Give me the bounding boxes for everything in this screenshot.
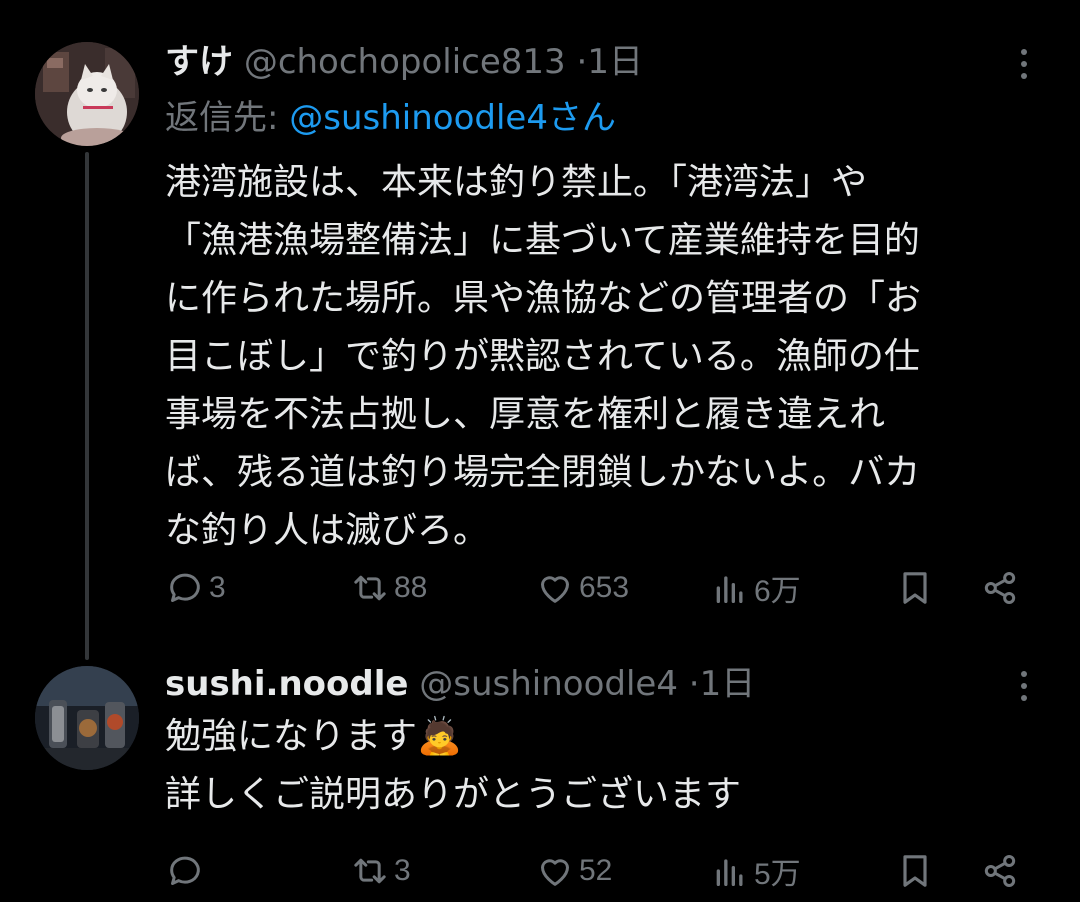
views-button[interactable]: 6万 [710,563,801,613]
reply-count: 3 [209,571,226,604]
repost-count: 88 [394,571,428,604]
avatar[interactable] [35,42,139,146]
bookmark-button[interactable] [895,563,935,613]
share-button[interactable] [980,563,1020,613]
tweet-text: 港湾施設は、本来は釣り禁止。「港湾法」や 「漁港漁場整備法」に基づいて産業維持を… [165,154,1050,560]
tweet-text-line: 詳しくご説明ありがとうございます [165,774,742,815]
like-count: 653 [579,571,630,604]
bar-chart-icon [716,859,743,886]
bar-chart-icon [716,576,743,603]
tweet[interactable]: すけ @chochopolice813 ·1日 返信先: @sushinoodl… [0,0,1080,660]
repost-arrows-icon [354,858,386,884]
tweet-text-line: 目こぼし」で釣りが黙認されている。漁師の仕 [165,336,920,377]
heart-icon [541,576,569,603]
tweet-text-line: な釣り人は滅びろ。 [165,510,490,551]
speech-bubble-icon [170,856,200,885]
reply-button[interactable] [165,846,209,896]
like-count: 52 [579,854,613,887]
tweet-header: すけ @chochopolice813 ·1日 [165,40,643,84]
display-name[interactable]: sushi.noodle [165,664,408,704]
user-handle[interactable]: @chochopolice813 [244,42,566,82]
tweet-text: 勉強になります🙇 詳しくご説明ありがとうございます [165,708,1050,824]
speech-bubble-icon [170,573,200,602]
tweet-text-line: 事場を不法占拠し、厚意を権利と履き違えれ [165,394,886,435]
tweet-text-line: 「漁港漁場整備法」に基づいて産業維持を目的 [165,220,920,261]
tweet-text-line: ば、残る道は釣り場完全閉鎖しかないよ。バカ [165,452,921,493]
views-button[interactable]: 5万 [710,846,801,896]
user-handle[interactable]: @sushinoodle4 [419,664,678,704]
timestamp[interactable]: 1日 [587,42,643,82]
mention-link[interactable]: @sushinoodle4さん [289,98,616,138]
heart-icon [541,859,569,886]
tweet-text-line: に作られた場所。県や漁協などの管理者の「お [165,278,922,319]
reply-context: 返信先: @sushinoodle4さん [165,96,616,140]
thread-connector-line [85,152,89,660]
display-name[interactable]: すけ [165,42,233,82]
bookmark-icon [903,572,927,604]
view-count: 6万 [754,575,801,608]
tweet-text-line: 港湾施設は、本来は釣り禁止。「港湾法」や [165,162,868,203]
action-bar: 3 88 653 6万 [160,563,1040,613]
repost-count: 3 [394,854,411,887]
separator: · [688,664,700,704]
tweet-text-line: 勉強になります🙇 [165,716,462,757]
action-bar: 3 52 5万 [160,846,1040,896]
reply-prefix: 返信先: [165,98,290,138]
share-button[interactable] [980,846,1020,896]
vertical-ellipsis-icon[interactable] [1012,42,1036,86]
bookmark-icon [903,855,927,887]
bookmark-button[interactable] [895,846,935,896]
repost-button[interactable]: 3 [350,846,411,896]
timestamp[interactable]: 1日 [700,664,756,704]
repost-button[interactable]: 88 [350,563,427,613]
reply-button[interactable]: 3 [165,563,226,613]
vertical-ellipsis-icon[interactable] [1012,664,1036,708]
avatar[interactable] [35,666,139,770]
like-button[interactable]: 52 [535,846,612,896]
tweet-header: sushi.noodle @sushinoodle4 ·1日 [165,662,755,706]
repost-arrows-icon [354,575,386,601]
like-button[interactable]: 653 [535,563,629,613]
tweet[interactable]: sushi.noodle @sushinoodle4 ·1日 勉強になります🙇 … [0,640,1080,902]
share-icon [984,854,1016,888]
separator: · [576,42,588,82]
view-count: 5万 [754,858,801,891]
share-icon [984,571,1016,605]
